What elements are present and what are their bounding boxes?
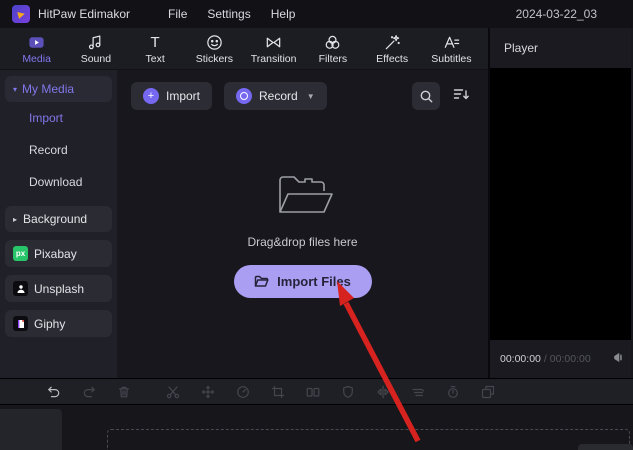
cut-icon[interactable] xyxy=(165,384,180,399)
move-icon[interactable] xyxy=(200,384,215,399)
speaker-icon[interactable] xyxy=(610,351,623,367)
sidebar-item-import[interactable]: Import xyxy=(5,102,112,134)
mask-icon[interactable] xyxy=(340,384,355,399)
sidebar-item-download[interactable]: Download xyxy=(5,166,112,198)
split-icon[interactable] xyxy=(305,384,320,399)
sidebar-item-unsplash[interactable]: Unsplash xyxy=(5,275,112,302)
edimakor-window: ▶ HitPaw Edimakor File Settings Help 202… xyxy=(0,0,633,450)
app-title: HitPaw Edimakor xyxy=(38,7,131,21)
subtitles-icon xyxy=(444,36,460,48)
speed-icon[interactable] xyxy=(235,384,250,399)
tab-filters[interactable]: Filters xyxy=(304,33,361,65)
ribbon-tab-bar: Media Sound T Text Stickers Transition F… xyxy=(0,28,488,70)
tab-media[interactable]: Media xyxy=(8,33,65,65)
sidebar-item-pixabay[interactable]: px Pixabay xyxy=(5,240,112,267)
timeline-corner-box xyxy=(578,444,633,450)
tab-stickers[interactable]: Stickers xyxy=(186,33,243,65)
text-icon: T xyxy=(150,33,160,51)
unsplash-icon xyxy=(13,281,28,296)
timeline-dropzone[interactable] xyxy=(107,429,630,450)
sort-icon xyxy=(453,89,469,100)
player-time-row: 00:00:00 / 00:00:00 xyxy=(490,340,631,378)
effects-icon xyxy=(385,34,400,49)
app-logo-icon: ▶ xyxy=(12,5,30,23)
sound-icon xyxy=(89,34,101,49)
sidebar-item-my-media[interactable]: ▾ My Media xyxy=(5,76,112,102)
dropzone-hint: Drag&drop files here xyxy=(247,235,358,249)
giphy-icon xyxy=(13,316,28,331)
group-icon[interactable] xyxy=(480,384,495,399)
tab-sound[interactable]: Sound xyxy=(67,33,124,65)
track-header[interactable] xyxy=(0,409,62,450)
sidebar-item-giphy[interactable]: Giphy xyxy=(5,310,112,337)
menu-bar: ▶ HitPaw Edimakor File Settings Help 202… xyxy=(0,0,633,28)
crop-icon[interactable] xyxy=(270,384,285,399)
current-time: 00:00:00 xyxy=(500,353,541,365)
stickers-icon xyxy=(207,34,222,50)
media-icon xyxy=(29,36,44,48)
tab-effects[interactable]: Effects xyxy=(364,33,421,65)
sidebar-item-background[interactable]: ▸ Background xyxy=(5,206,112,232)
total-time: 00:00:00 xyxy=(549,353,591,365)
project-date-label: 2024-03-22_03 xyxy=(515,7,597,21)
open-folder-icon xyxy=(272,170,334,221)
tab-text[interactable]: T Text xyxy=(127,33,184,65)
player-panel: Player 00:00:00 / 00:00:00 xyxy=(490,28,631,378)
delete-icon[interactable] xyxy=(116,384,131,399)
rotate-icon[interactable] xyxy=(445,384,460,399)
undo-icon[interactable] xyxy=(46,384,61,399)
folder-icon xyxy=(254,275,269,287)
chevron-down-icon: ▾ xyxy=(13,84,18,94)
menu-settings[interactable]: Settings xyxy=(207,7,250,21)
timeline-area xyxy=(0,404,633,450)
chevron-down-icon: ▼ xyxy=(306,91,315,101)
chevron-right-icon: ▸ xyxy=(13,214,18,224)
sidebar-item-record[interactable]: Record xyxy=(5,134,112,166)
align-icon[interactable] xyxy=(410,384,425,399)
edit-toolbar xyxy=(0,378,633,404)
menu-help[interactable]: Help xyxy=(271,7,296,21)
media-sidebar: ▾ My Media Import Record Download ▸ Back… xyxy=(0,70,117,378)
mirror-icon[interactable] xyxy=(375,384,390,399)
player-title: Player xyxy=(504,41,539,55)
import-files-button[interactable]: Import Files xyxy=(233,265,372,298)
tab-subtitles[interactable]: Subtitles xyxy=(423,33,480,65)
menu-file[interactable]: File xyxy=(168,7,187,21)
video-preview[interactable] xyxy=(490,68,631,340)
dropzone[interactable]: Drag&drop files here Import Files xyxy=(131,102,474,366)
tab-transition[interactable]: Transition xyxy=(245,33,302,65)
pixabay-icon: px xyxy=(13,246,28,261)
transition-icon xyxy=(266,37,281,47)
redo-icon[interactable] xyxy=(81,384,96,399)
filters-icon xyxy=(325,35,340,49)
media-library-panel: + Import Record ▼ Drag&drop files here I… xyxy=(117,70,488,378)
